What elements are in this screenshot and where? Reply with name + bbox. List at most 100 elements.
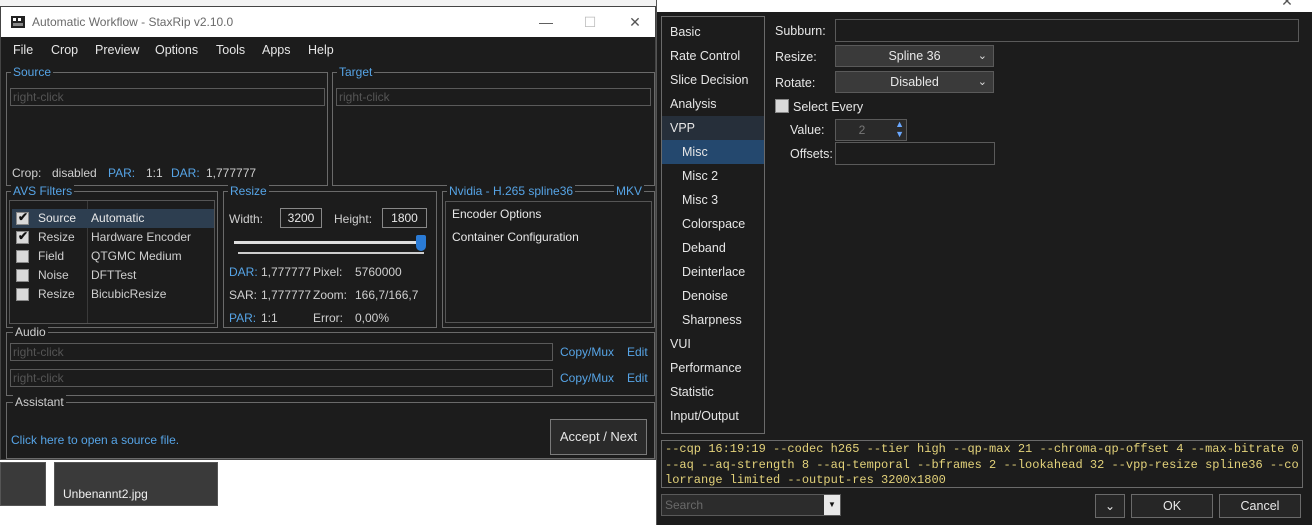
nav-item-misc-3[interactable]: Misc 3 [662, 188, 764, 212]
resize-option-dropdown[interactable]: Spline 36 ⌄ [835, 45, 994, 67]
resize-par-label[interactable]: PAR: [229, 311, 256, 325]
resize-slider[interactable] [234, 235, 426, 255]
filter-category: Resize [38, 287, 75, 301]
container-configuration-item[interactable]: Container Configuration [452, 230, 579, 244]
nav-item-performance[interactable]: Performance [662, 356, 764, 380]
options-close-button[interactable]: ✕ [1277, 0, 1297, 11]
encoder-legend[interactable]: Nvidia - H.265 spline36 [447, 183, 576, 199]
main-titlebar[interactable]: Automatic Workflow - StaxRip v2.10.0 — ☐… [1, 7, 655, 37]
menu-crop[interactable]: Crop [51, 43, 78, 57]
accept-next-button[interactable]: Accept / Next [550, 419, 647, 455]
search-placeholder: Search [665, 498, 704, 512]
menu-options[interactable]: Options [155, 43, 198, 57]
filter-name: BicubicResize [91, 287, 167, 301]
nav-item-input-output[interactable]: Input/Output [662, 404, 764, 428]
options-titlebar[interactable]: ✕ [657, 0, 1312, 12]
rotate-dropdown[interactable]: Disabled ⌄ [835, 71, 994, 93]
minimize-button[interactable]: — [536, 12, 556, 32]
desktop-thumbnail-partial[interactable] [0, 462, 46, 506]
select-every-checkbox[interactable] [775, 99, 789, 113]
menu-preview[interactable]: Preview [95, 43, 139, 57]
subburn-input[interactable] [835, 19, 1299, 42]
menu-apps[interactable]: Apps [262, 43, 291, 57]
avs-filters-legend: AVS Filters [11, 183, 75, 199]
nav-item-deband[interactable]: Deband [662, 236, 764, 260]
slider-thumb[interactable] [416, 235, 426, 251]
nav-item-misc[interactable]: Misc [662, 140, 764, 164]
audio-track-2-edit[interactable]: Edit [627, 371, 648, 385]
nav-item-vui[interactable]: VUI [662, 332, 764, 356]
filter-checkbox-resize-2[interactable] [16, 288, 29, 301]
nav-item-colorspace[interactable]: Colorspace [662, 212, 764, 236]
filter-name: Automatic [91, 211, 145, 225]
source-dar-value: 1,777777 [206, 166, 257, 180]
nav-item-basic[interactable]: Basic [662, 20, 764, 44]
ok-button[interactable]: OK [1131, 494, 1213, 518]
crop-value: disabled [52, 166, 97, 180]
resize-dar-label[interactable]: DAR: [229, 265, 258, 279]
menu-help[interactable]: Help [308, 43, 334, 57]
stepper-down-icon[interactable]: ▼ [895, 129, 904, 139]
offsets-label: Offsets: [790, 147, 833, 161]
filter-checkbox-resize[interactable]: ✔ [16, 229, 29, 244]
source-par-label[interactable]: PAR: [108, 166, 135, 180]
menu-tools[interactable]: Tools [216, 43, 245, 57]
source-dar-label[interactable]: DAR: [171, 166, 200, 180]
nav-item-statistic[interactable]: Statistic [662, 380, 764, 404]
nav-item-vpp[interactable]: VPP [662, 116, 764, 140]
nav-item-analysis[interactable]: Analysis [662, 92, 764, 116]
container-legend[interactable]: MKV [614, 183, 645, 199]
target-file-field[interactable]: right-click [336, 88, 651, 106]
chevron-down-icon: ⌄ [977, 50, 987, 62]
filter-row-noise[interactable]: Noise DFTTest [12, 266, 214, 285]
main-window-title: Automatic Workflow - StaxRip v2.10.0 [32, 15, 234, 29]
zoom-label: Zoom: [313, 288, 348, 302]
height-label: Height: [334, 212, 373, 226]
filter-checkbox-noise[interactable] [16, 269, 29, 282]
filter-row-resize-2[interactable]: Resize BicubicResize [12, 285, 214, 304]
more-options-button[interactable]: ⌄ [1095, 494, 1125, 518]
filter-checkbox-source[interactable]: ✔ [16, 210, 29, 225]
nav-item-deinterlace[interactable]: Deinterlace [662, 260, 764, 284]
audio-track-2-field[interactable]: right-click [10, 369, 553, 387]
nav-item-sharpness[interactable]: Sharpness [662, 308, 764, 332]
desktop-thumbnail[interactable]: Unbenannt2.jpg [54, 462, 218, 506]
audio-track-2-copymux[interactable]: Copy/Mux [560, 371, 614, 385]
crop-label: Crop: [12, 166, 42, 180]
nav-item-slice-decision[interactable]: Slice Decision [662, 68, 764, 92]
width-input[interactable]: 3200 [280, 208, 322, 228]
height-input[interactable]: 1800 [382, 208, 427, 228]
command-line-preview[interactable]: --cqp 16:19:19 --codec h265 --tier high … [661, 440, 1303, 488]
filter-row-field[interactable]: Field QTGMC Medium [12, 247, 214, 266]
cancel-button[interactable]: Cancel [1219, 494, 1301, 518]
filter-category: Resize [38, 230, 75, 244]
nvenc-options-window: ✕ Basic Rate Control Slice Decision Analysi… [656, 0, 1312, 525]
audio-track-1-copymux[interactable]: Copy/Mux [560, 345, 614, 359]
encoder-options-item[interactable]: Encoder Options [452, 207, 541, 221]
nav-item-denoise[interactable]: Denoise [662, 284, 764, 308]
close-button[interactable]: ✕ [625, 12, 645, 32]
error-value: 0,00% [355, 311, 390, 325]
nav-item-misc-2[interactable]: Misc 2 [662, 164, 764, 188]
search-dropdown-icon[interactable]: ▼ [824, 495, 840, 515]
audio-track-1-edit[interactable]: Edit [627, 345, 648, 359]
audio-track-1-field[interactable]: right-click [10, 343, 553, 361]
value-stepper[interactable]: 2 ▲ ▼ [835, 119, 907, 141]
nav-item-rate-control[interactable]: Rate Control [662, 44, 764, 68]
zoom-value: 166,7/166,7 [355, 288, 419, 302]
slider-ticks [238, 252, 424, 254]
stepper-up-icon[interactable]: ▲ [895, 119, 904, 129]
filter-checkbox-field[interactable] [16, 250, 29, 263]
filter-row-resize[interactable]: ✔ Resize Hardware Encoder [12, 228, 214, 247]
source-file-field[interactable]: right-click [10, 88, 325, 106]
select-every-label[interactable]: Select Every [793, 100, 863, 114]
maximize-button[interactable]: ☐ [580, 12, 600, 32]
menu-file[interactable]: File [13, 43, 33, 57]
filter-row-source[interactable]: ✔ Source Automatic [12, 209, 214, 228]
assistant-message[interactable]: Click here to open a source file. [11, 433, 179, 447]
resize-option-label: Resize: [775, 50, 817, 64]
offsets-input[interactable] [835, 142, 995, 165]
search-field[interactable]: Search ▼ [661, 494, 841, 516]
source-group: Source right-click Crop: disabled PAR: 1… [6, 64, 328, 186]
subburn-label: Subburn: [775, 24, 826, 38]
